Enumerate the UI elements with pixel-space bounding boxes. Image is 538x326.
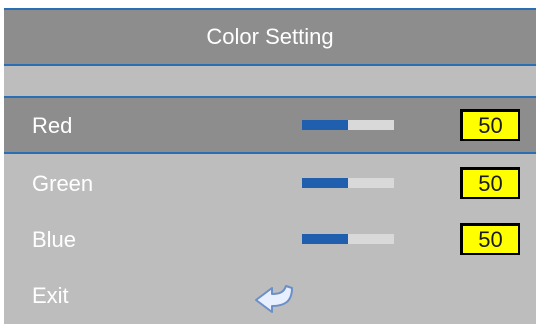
menu-item-label: Blue: [32, 227, 77, 252]
menu-item-red[interactable]: Red 50: [4, 98, 536, 154]
menu-item-blue[interactable]: Blue 50: [4, 212, 536, 268]
row-divider: [4, 152, 536, 154]
return-arrow-icon: [255, 285, 293, 313]
menu-title: Color Setting: [206, 24, 334, 49]
menu-item-label: Green: [32, 171, 94, 196]
level-bar-green[interactable]: [302, 178, 394, 188]
menu-item-label: Red: [32, 113, 73, 138]
level-bar-red[interactable]: [302, 120, 394, 130]
value-box-blue: 50: [460, 223, 520, 255]
level-fill: [302, 178, 348, 188]
level-bar-blue[interactable]: [302, 234, 394, 244]
menu-item-exit[interactable]: Exit: [4, 268, 536, 324]
level-fill: [302, 120, 348, 130]
color-setting-menu: Color Setting Red 50 Green 50 Blue 50 Ex…: [4, 8, 536, 324]
level-fill: [302, 234, 348, 244]
title-bar: Color Setting: [4, 8, 536, 66]
menu-item-label: Exit: [32, 283, 69, 308]
spacer-band: [4, 66, 536, 98]
menu-item-green[interactable]: Green 50: [4, 156, 536, 212]
value-box-red: 50: [460, 109, 520, 141]
value-box-green: 50: [460, 167, 520, 199]
